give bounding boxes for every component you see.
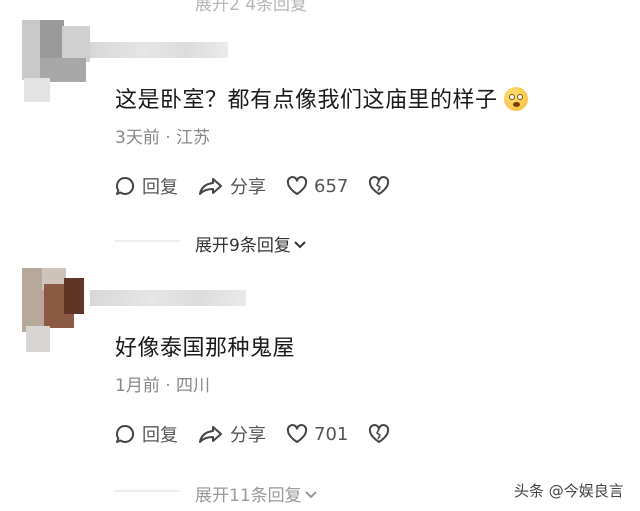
comment-bubble-icon — [115, 424, 134, 443]
avatar[interactable] — [22, 268, 90, 352]
heart-icon — [286, 424, 308, 443]
expand-replies-label: 展开11条回复 — [195, 486, 302, 506]
reply-button[interactable]: 回复 — [114, 173, 178, 199]
reply-button[interactable]: 回复 — [114, 421, 178, 447]
dislike-button[interactable] — [368, 423, 396, 445]
share-arrow-icon — [199, 426, 222, 443]
watermark: 头条 @今娱良言 — [510, 480, 628, 501]
comment-actions: 回复 分享 701 — [114, 422, 416, 446]
comment-list: 展开2 4条回复 这是卧室？都有点像我们这庙里的样子 3天前 · 江苏 回复 分… — [0, 0, 640, 511]
comment-text-content: 这是卧室？都有点像我们这庙里的样子 — [115, 88, 498, 113]
comment-text: 这是卧室？都有点像我们这庙里的样子 — [115, 82, 528, 114]
dislike-button[interactable] — [368, 175, 396, 197]
share-label: 分享 — [230, 425, 266, 446]
expand-replies-label: 展开9条回复 — [195, 236, 291, 256]
divider — [115, 240, 180, 242]
comment-meta: 3天前 · 江苏 — [115, 128, 211, 148]
expand-replies-button[interactable]: 展开9条回复 — [195, 231, 307, 256]
username-blurred[interactable] — [90, 42, 228, 58]
share-label: 分享 — [230, 177, 266, 198]
face-with-hand-over-mouth-emoji-icon — [503, 87, 528, 111]
like-count: 657 — [314, 175, 349, 197]
like-button[interactable]: 657 — [286, 175, 348, 197]
chevron-down-icon — [304, 486, 318, 506]
expand-replies-previous[interactable]: 展开2 4条回复 — [195, 0, 307, 15]
heart-icon — [286, 176, 308, 195]
comment-bubble-icon — [115, 176, 134, 195]
comment-meta: 1月前 · 四川 — [115, 376, 211, 396]
divider — [115, 490, 180, 492]
reply-label: 回复 — [142, 425, 178, 446]
share-arrow-icon — [199, 178, 222, 195]
broken-heart-icon — [369, 176, 390, 195]
share-button[interactable]: 分享 — [198, 421, 266, 447]
chevron-down-icon — [293, 236, 307, 256]
avatar[interactable] — [22, 20, 90, 102]
like-button[interactable]: 701 — [286, 423, 348, 445]
comment-actions: 回复 分享 657 — [114, 174, 416, 198]
like-count: 701 — [314, 423, 349, 445]
username-blurred[interactable] — [90, 290, 246, 306]
share-button[interactable]: 分享 — [198, 173, 266, 199]
comment-text: 好像泰国那种鬼屋 — [115, 336, 296, 361]
broken-heart-icon — [369, 424, 390, 443]
expand-replies-button[interactable]: 展开11条回复 — [195, 481, 318, 506]
reply-label: 回复 — [142, 177, 178, 198]
